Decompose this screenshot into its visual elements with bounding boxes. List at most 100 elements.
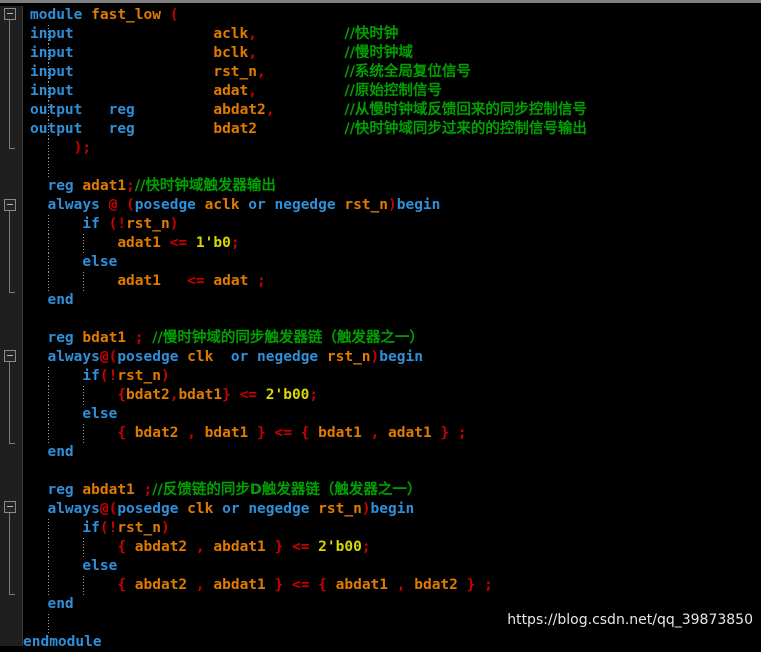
code-line[interactable]: reg abdat1 ;//反馈链的同步D触发器链（触发器之一）	[23, 481, 761, 500]
token-literal: 2'b00	[318, 539, 362, 555]
code-line[interactable]: output reg abdat2, //从慢时钟域反馈回来的同步控制信号	[23, 101, 761, 120]
code-area[interactable]: module fast_low ( input aclk, //快时钟 inpu…	[23, 6, 761, 650]
code-line[interactable]: always@(posedge clk or negedge rst_n)beg…	[23, 500, 761, 519]
fold-bracket-foot	[9, 148, 15, 149]
code-line[interactable]: else	[23, 557, 761, 576]
token-assign: <=	[291, 539, 310, 555]
token-assign: <=	[239, 387, 258, 403]
code-line[interactable]: { abdat2 , abdat1 } <= 2'b00;	[23, 538, 761, 557]
code-line-blank[interactable]	[23, 462, 761, 481]
token-keyword: or	[248, 197, 266, 213]
fold-bracket-foot	[9, 443, 15, 444]
token-assign: <=	[187, 273, 205, 289]
token-signal: aclk	[213, 26, 249, 42]
code-line[interactable]: else	[23, 405, 761, 424]
token-signal: bdat2	[213, 121, 258, 137]
indent-guide	[48, 63, 49, 82]
code-line[interactable]: else	[23, 253, 761, 272]
code-line[interactable]: always @ (posedge aclk or negedge rst_n)…	[23, 196, 761, 215]
code-line[interactable]: if (!rst_n)	[23, 215, 761, 234]
token-punct: )	[160, 368, 170, 384]
code-line-blank[interactable]	[23, 310, 761, 329]
token-punct: ;	[361, 539, 371, 555]
code-line[interactable]: {bdat2,bdat1} <= 2'b00;	[23, 386, 761, 405]
token-assign: <=	[274, 425, 292, 441]
code-comment: //从慢时钟域反馈回来的同步控制信号	[344, 102, 587, 118]
token-signal: abdat1	[213, 577, 266, 593]
code-line[interactable]: end	[23, 443, 761, 462]
token-signal: clk	[187, 501, 214, 517]
token-keyword: output	[30, 102, 83, 118]
code-line[interactable]: input aclk, //快时钟	[23, 25, 761, 44]
code-line[interactable]: if(!rst_n)	[23, 367, 761, 386]
fold-collapse-icon[interactable]	[4, 199, 16, 211]
token-signal: adat	[213, 273, 249, 289]
indent-guide	[48, 82, 49, 101]
code-line[interactable]: input bclk, //慢时钟域	[23, 44, 761, 63]
fold-collapse-icon[interactable]	[4, 350, 16, 362]
indent-guide	[48, 272, 49, 291]
token-signal: abdat1	[82, 482, 135, 498]
token-keyword: else	[82, 558, 118, 574]
indent-guide	[48, 557, 49, 576]
code-comment: //快时钟域同步过来的的控制信号输出	[344, 121, 587, 137]
code-line[interactable]: input adat, //原始控制信号	[23, 82, 761, 101]
code-line[interactable]: module fast_low (	[23, 6, 761, 25]
indent-guide	[48, 538, 49, 557]
fold-collapse-icon[interactable]	[4, 8, 16, 20]
token-punct: } ;	[431, 425, 467, 441]
code-line[interactable]: adat1 <= adat ;	[23, 272, 761, 291]
indent-guide	[48, 519, 49, 538]
fold-gutter[interactable]	[0, 6, 23, 646]
code-line[interactable]: if(!rst_n)	[23, 519, 761, 538]
token-literal: 2'b00	[265, 387, 310, 403]
indent-guide	[83, 234, 84, 253]
token-signal: rst_n	[326, 349, 371, 365]
token-signal: rst_n	[126, 216, 170, 232]
token-keyword: else	[82, 254, 118, 270]
token-punct: ;	[309, 387, 319, 403]
token-punct: ;	[230, 235, 240, 251]
token-punct: {	[117, 577, 135, 593]
code-line[interactable]: );	[23, 139, 761, 158]
token-keyword: input	[30, 26, 74, 42]
code-line[interactable]: always@(posedge clk or negedge rst_n)beg…	[23, 348, 761, 367]
code-line[interactable]: input rst_n, //系统全局复位信号	[23, 63, 761, 82]
code-line[interactable]: output reg bdat2 //快时钟域同步过来的的控制信号输出	[23, 120, 761, 139]
code-line[interactable]: end	[23, 291, 761, 310]
code-line[interactable]: { bdat2 , bdat1 } <= { bdat1 , adat1 } ;	[23, 424, 761, 443]
token-signal: bdat1	[82, 330, 127, 346]
code-line[interactable]: reg adat1;//快时钟域触发器输出	[23, 177, 761, 196]
token-signal: adat1	[388, 425, 432, 441]
token-punct: )	[370, 349, 380, 365]
code-line[interactable]: { abdat2 , abdat1 } <= { abdat1 , bdat2 …	[23, 576, 761, 595]
token-at-icon: @	[99, 501, 109, 517]
fold-collapse-icon[interactable]	[4, 501, 16, 513]
indent-guide	[48, 614, 49, 633]
token-punct: ;	[143, 482, 153, 498]
code-line[interactable]: reg bdat1 ; //慢时钟域的同步触发器链（触发器之一）	[23, 329, 761, 348]
code-line[interactable]: adat1 <= 1'b0;	[23, 234, 761, 253]
token-signal: bdat1	[318, 425, 362, 441]
token-punct: (!	[108, 216, 127, 232]
code-line-blank[interactable]	[23, 158, 761, 177]
token-punct: )	[388, 197, 397, 213]
code-comment: //系统全局复位信号	[344, 64, 471, 80]
